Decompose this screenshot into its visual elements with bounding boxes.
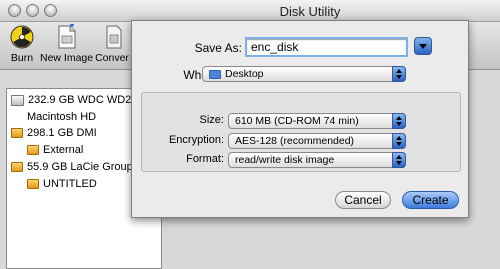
format-popup[interactable]: read/write disk image — [228, 152, 406, 168]
external-disk-icon — [11, 128, 23, 138]
convert-toolbar-button[interactable]: Conver — [94, 24, 130, 64]
new-image-label: New Image — [40, 52, 94, 64]
create-button[interactable]: Create — [402, 191, 459, 209]
where-value: Desktop — [225, 68, 264, 80]
popup-arrows-icon — [392, 66, 406, 82]
popup-arrows-icon — [392, 152, 406, 168]
cancel-button[interactable]: Cancel — [335, 191, 391, 209]
volume-item-label: Macintosh HD — [27, 111, 97, 123]
popup-arrows-icon — [392, 133, 406, 149]
volume-item-label: External — [43, 144, 84, 156]
volume-item-untitled[interactable]: UNTITLED — [27, 176, 97, 192]
volume-item-label: UNTITLED — [43, 178, 97, 190]
device-item-lacie[interactable]: 55.9 GB LaCie Group — [11, 159, 133, 175]
format-value: read/write disk image — [235, 154, 335, 166]
encryption-value: AES-128 (recommended) — [235, 135, 355, 147]
burn-toolbar-button[interactable]: Burn — [4, 24, 40, 64]
where-popup[interactable]: Desktop — [202, 66, 406, 82]
convert-icon — [106, 25, 122, 49]
expand-browser-button[interactable] — [414, 37, 432, 55]
hard-disk-icon — [11, 94, 24, 106]
volume-item-external[interactable]: External — [27, 142, 83, 158]
size-popup[interactable]: 610 MB (CD-ROM 74 min) — [228, 113, 406, 129]
burn-label: Burn — [10, 52, 34, 64]
device-item-label: 55.9 GB LaCie Group — [27, 161, 133, 173]
device-item-label: 298.1 GB DMI — [27, 127, 97, 139]
new-image-icon — [58, 24, 76, 49]
external-disk-icon — [11, 162, 23, 172]
device-item-wdc[interactable]: 232.9 GB WDC WD250 — [11, 92, 144, 108]
convert-label: Conver — [95, 52, 129, 64]
volume-item-macintosh-hd[interactable]: Macintosh HD — [27, 109, 96, 125]
volume-icon — [27, 145, 39, 155]
new-image-sheet: Save As: enc_disk Where: Desktop Size: 6… — [131, 20, 469, 218]
device-item-dmi[interactable]: 298.1 GB DMI — [11, 125, 97, 141]
save-as-label: Save As: — [194, 41, 242, 55]
title-bar: Disk Utility — [0, 0, 500, 22]
folder-icon — [209, 69, 221, 79]
size-label: Size: — [199, 114, 224, 126]
encryption-popup[interactable]: AES-128 (recommended) — [228, 133, 406, 149]
device-item-label: 232.9 GB WDC WD250 — [28, 94, 144, 106]
window-title: Disk Utility — [279, 4, 341, 19]
new-image-toolbar-button[interactable]: New Image — [40, 24, 94, 64]
save-as-field[interactable]: enc_disk — [245, 37, 408, 57]
popup-arrows-icon — [392, 113, 406, 129]
burn-icon — [10, 25, 34, 49]
volume-icon — [27, 179, 39, 189]
size-value: 610 MB (CD-ROM 74 min) — [235, 115, 359, 127]
format-label: Format: — [186, 153, 224, 165]
encryption-label: Encryption: — [168, 134, 224, 146]
